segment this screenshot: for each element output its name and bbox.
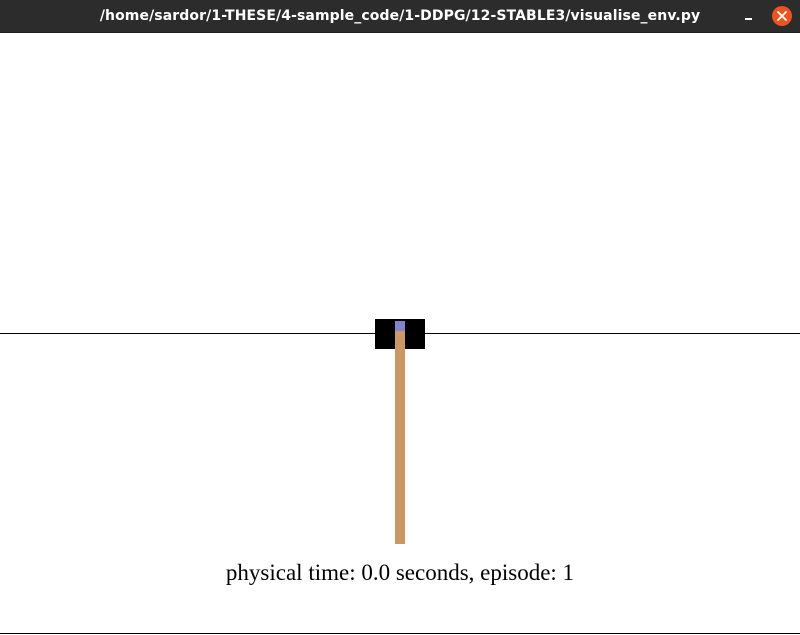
- pendulum-pole: [395, 325, 405, 544]
- window-title: /home/sardor/1-THESE/4-sample_code/1-DDP…: [99, 8, 701, 24]
- pole-axle: [395, 321, 405, 331]
- close-icon: [777, 11, 787, 21]
- simulation-canvas: physical time: 0.0 seconds, episode: 1: [0, 33, 800, 635]
- app-window: /home/sardor/1-THESE/4-sample_code/1-DDP…: [0, 0, 800, 635]
- title-bar[interactable]: /home/sardor/1-THESE/4-sample_code/1-DDP…: [0, 0, 800, 33]
- minimize-icon: [745, 18, 752, 20]
- bottom-boundary-line: [0, 633, 800, 634]
- minimize-button[interactable]: [738, 6, 758, 26]
- status-text: physical time: 0.0 seconds, episode: 1: [225, 560, 575, 585]
- close-button[interactable]: [772, 6, 792, 26]
